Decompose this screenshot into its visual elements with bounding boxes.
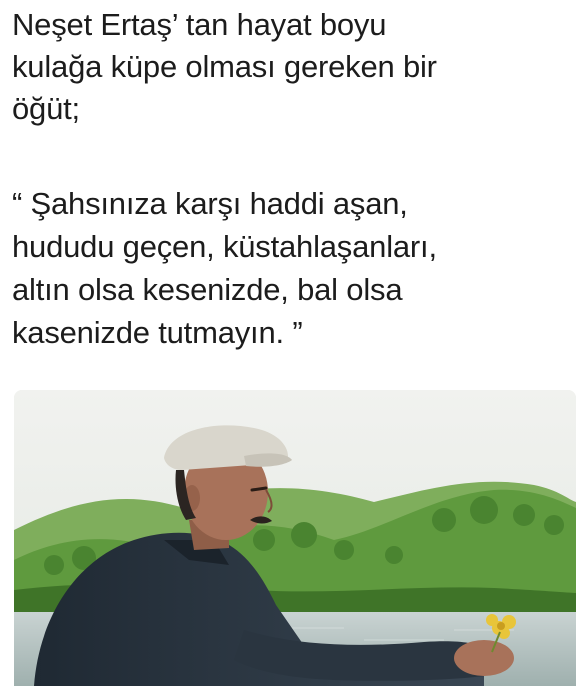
quote-line: kasenizde tutmayın. ” xyxy=(12,315,303,350)
quote-line: altın olsa kesenizde, bal olsa xyxy=(12,272,403,307)
man-eye xyxy=(250,486,268,492)
intro-line: kulağa küpe olması gereken bir xyxy=(12,49,437,84)
intro-line: öğüt; xyxy=(12,91,80,126)
intro-line: Neşet Ertaş’ tan hayat boyu xyxy=(12,7,387,42)
intro-text: Neşet Ertaş’ tan hayat boyu kulağa küpe … xyxy=(12,4,572,130)
photo-illustration xyxy=(14,390,576,686)
quote-line: “ Şahsınıza karşı haddi aşan, xyxy=(12,186,408,221)
quote-line: hududu geçen, küstahlaşanları, xyxy=(12,229,437,264)
portrait-photo[interactable] xyxy=(14,390,576,686)
quote-text: “ Şahsınıza karşı haddi aşan, hududu geç… xyxy=(12,182,572,354)
post-screenshot: Neşet Ertaş’ tan hayat boyu kulağa küpe … xyxy=(0,0,586,686)
man-hand xyxy=(454,640,514,676)
